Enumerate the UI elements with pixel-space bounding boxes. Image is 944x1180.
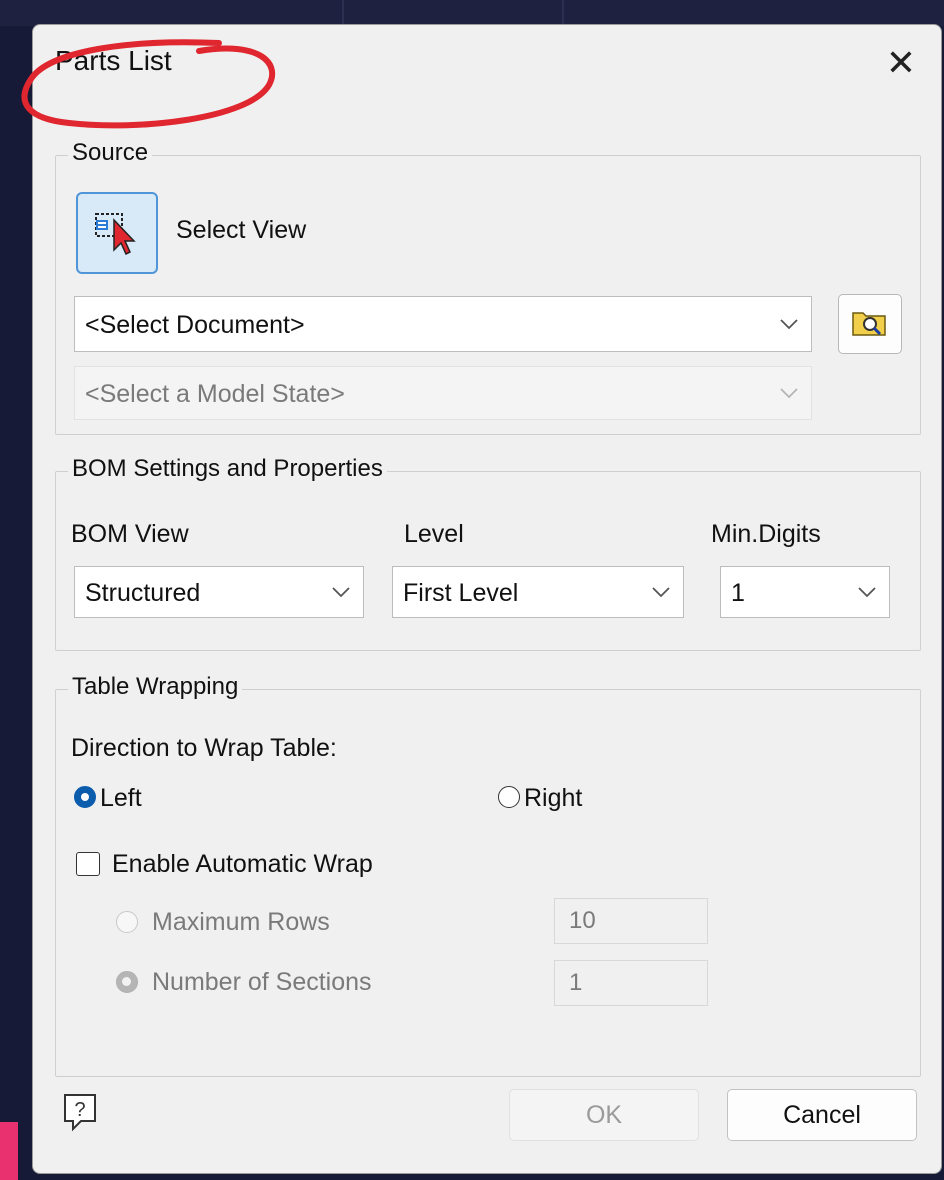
enable-auto-wrap-label: Enable Automatic Wrap	[112, 850, 373, 878]
wrap-left-radio[interactable]	[74, 786, 96, 808]
close-button[interactable]: ✕	[879, 43, 923, 83]
radio-selected-dot	[122, 977, 131, 986]
enable-auto-wrap-checkbox[interactable]	[76, 852, 100, 876]
chevron-down-icon	[332, 587, 350, 598]
cancel-button[interactable]: Cancel	[727, 1089, 917, 1141]
bom-settings-group: BOM Settings and Properties BOM View Lev…	[55, 455, 921, 651]
background-divider	[342, 0, 344, 26]
bom-view-value: Structured	[85, 579, 201, 607]
folder-search-icon	[852, 312, 886, 336]
source-legend: Source	[68, 139, 153, 167]
chevron-down-icon	[652, 587, 670, 598]
background-toolbar-strip	[0, 0, 944, 26]
background-pink-marker	[0, 1122, 18, 1180]
red-circle-annotation	[21, 39, 276, 129]
bom-view-dropdown[interactable]: Structured	[74, 566, 364, 618]
level-value: First Level	[403, 579, 519, 607]
ok-button[interactable]: OK	[509, 1089, 699, 1141]
table-wrapping-legend: Table Wrapping	[68, 673, 243, 701]
min-digits-label: Min.Digits	[711, 520, 821, 548]
svg-text:?: ?	[74, 1099, 85, 1121]
wrap-direction-label: Direction to Wrap Table:	[71, 734, 337, 762]
bom-settings-legend: BOM Settings and Properties	[68, 455, 387, 483]
model-state-dropdown-value: <Select a Model State>	[85, 380, 345, 408]
model-state-dropdown[interactable]: <Select a Model State>	[74, 366, 812, 420]
level-dropdown[interactable]: First Level	[392, 566, 684, 618]
source-group: Source Select View <Select Document> <Se…	[55, 139, 921, 435]
document-dropdown[interactable]: <Select Document>	[74, 296, 812, 352]
min-digits-dropdown[interactable]: 1	[720, 566, 890, 618]
chevron-down-icon	[858, 587, 876, 598]
maximum-rows-radio[interactable]	[116, 911, 138, 933]
wrap-right-radio[interactable]	[498, 786, 520, 808]
number-of-sections-label: Number of Sections	[152, 968, 372, 996]
maximum-rows-input[interactable]: 10	[554, 898, 708, 944]
browse-document-button[interactable]	[838, 294, 902, 354]
bom-view-label: BOM View	[71, 520, 189, 548]
parts-list-dialog: Parts List ✕ Source Select View <Select …	[21, 24, 942, 1174]
min-digits-value: 1	[731, 579, 745, 607]
number-of-sections-input[interactable]: 1	[554, 960, 708, 1006]
wrap-right-label: Right	[524, 784, 583, 812]
number-of-sections-value: 1	[569, 969, 583, 996]
select-view-label: Select View	[176, 216, 307, 244]
select-view-icon	[95, 213, 136, 256]
select-view-button[interactable]	[76, 192, 158, 274]
maximum-rows-label: Maximum Rows	[152, 908, 330, 936]
table-wrapping-group: Table Wrapping Direction to Wrap Table: …	[55, 673, 921, 1077]
chevron-down-icon	[780, 319, 798, 330]
background-divider	[562, 0, 564, 26]
radio-selected-dot	[81, 793, 89, 801]
help-icon: ?	[64, 1094, 96, 1132]
maximum-rows-value: 10	[569, 907, 596, 934]
chevron-down-icon	[780, 388, 798, 399]
level-label: Level	[404, 520, 464, 548]
document-dropdown-value: <Select Document>	[85, 311, 305, 339]
help-button[interactable]: ?	[61, 1091, 101, 1132]
number-of-sections-radio[interactable]	[116, 971, 138, 993]
wrap-left-label: Left	[100, 784, 142, 812]
